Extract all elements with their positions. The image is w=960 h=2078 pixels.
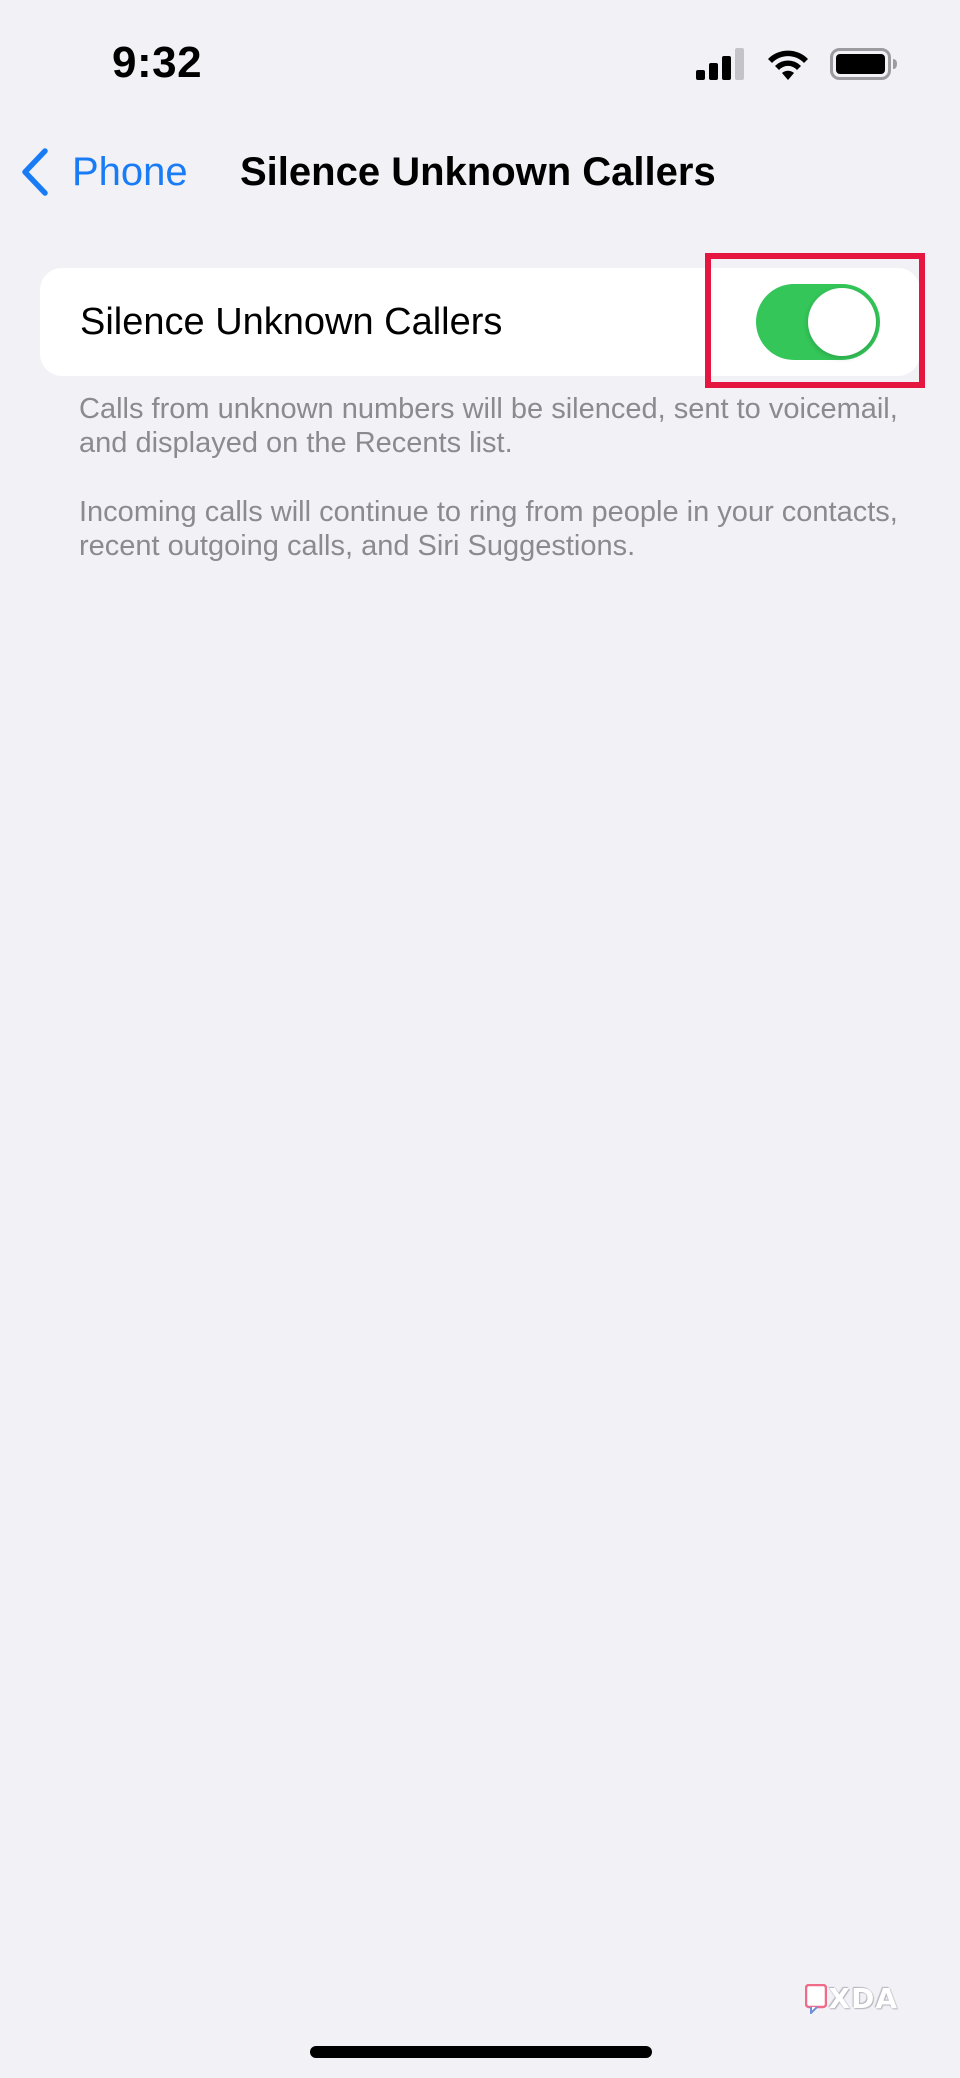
page-title: Silence Unknown Callers [240,150,716,194]
silence-unknown-callers-toggle[interactable] [756,284,880,360]
signal-icon [696,48,744,80]
status-bar: 9:32 [0,0,960,120]
nav-bar: Phone Silence Unknown Callers [0,130,960,210]
battery-icon [830,48,897,80]
toggle-knob [808,288,876,356]
status-icons [696,44,898,84]
footer-text-incoming-calls: Incoming calls will continue to ring fro… [79,496,898,562]
xda-logo-mark [804,1983,827,2014]
footer-text-unknown-numbers: Calls from unknown numbers will be silen… [79,393,898,459]
back-button[interactable]: Phone [20,144,188,200]
screen: 9:32 Phone Silence Unknown Callers Silen… [0,0,960,2078]
silence-unknown-callers-label: Silence Unknown Callers [80,301,503,343]
wifi-icon [768,50,808,80]
home-indicator[interactable] [310,2046,652,2058]
settings-group: Silence Unknown Callers [40,268,920,376]
watermark-text: XDA [828,1982,898,2015]
xda-watermark: XDA [804,1982,899,2015]
status-time: 9:32 [112,38,203,87]
chevron-left-icon [22,148,48,196]
back-label: Phone [72,149,188,194]
